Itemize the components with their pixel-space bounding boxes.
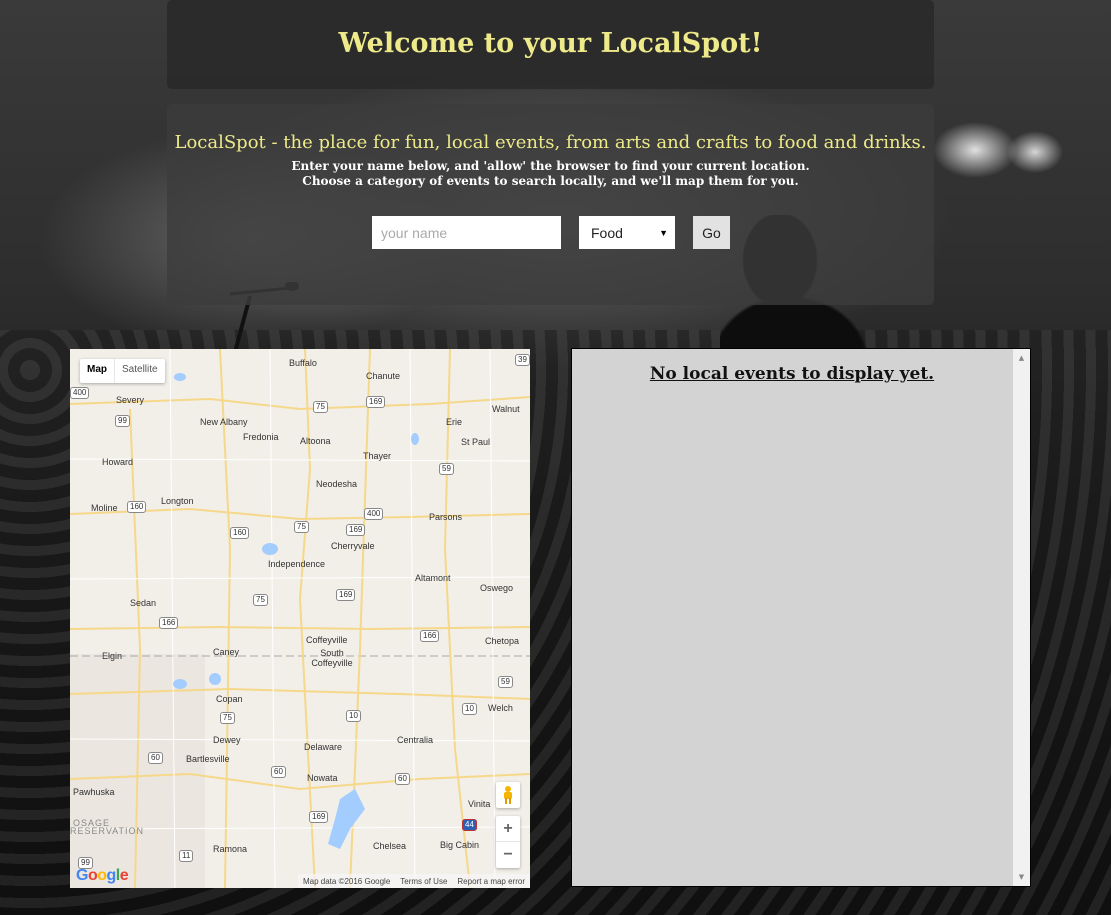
map-label: Chanute bbox=[366, 371, 401, 381]
map-label: New Albany bbox=[200, 417, 248, 427]
zoom-out-button[interactable]: − bbox=[496, 842, 520, 868]
scrollbar[interactable]: ▲ ▼ bbox=[1013, 349, 1030, 886]
highway-shield: 11 bbox=[179, 850, 194, 862]
highway-shield: 169 bbox=[346, 524, 366, 536]
tagline: LocalSpot - the place for fun, local eve… bbox=[174, 132, 927, 153]
map-label: Vinita bbox=[468, 799, 491, 809]
name-input[interactable] bbox=[372, 216, 561, 249]
category-select[interactable]: Food ▼ bbox=[579, 216, 675, 249]
highway-shield: 39 bbox=[515, 354, 530, 366]
highway-shield: 169 bbox=[309, 811, 329, 823]
highway-shield: 99 bbox=[115, 415, 130, 427]
map-label: Parsons bbox=[429, 512, 463, 522]
map-label: Howard bbox=[102, 457, 134, 467]
map-label: Fredonia bbox=[243, 432, 279, 442]
highway-shield: 169 bbox=[336, 589, 356, 601]
highway-shield: 44 bbox=[462, 819, 477, 831]
map-label: St Paul bbox=[461, 437, 491, 447]
intro-panel: LocalSpot - the place for fun, local eve… bbox=[167, 104, 934, 305]
map-attribution: Map data ©2016 Google bbox=[302, 876, 391, 886]
header-panel: Welcome to your LocalSpot! bbox=[167, 0, 934, 89]
zoom-in-button[interactable]: + bbox=[496, 816, 520, 842]
pegman-icon[interactable] bbox=[496, 782, 520, 808]
map-label: Welch bbox=[488, 703, 513, 713]
map-type-satellite[interactable]: Satellite bbox=[114, 359, 165, 383]
map-label: Centralia bbox=[397, 735, 434, 745]
highway-shield: 75 bbox=[294, 521, 309, 533]
map-label: Erie bbox=[446, 417, 463, 427]
map-label: Nowata bbox=[307, 773, 338, 783]
map-label: Delaware bbox=[304, 742, 343, 752]
scroll-up-icon[interactable]: ▲ bbox=[1013, 351, 1030, 365]
map-label: Bartlesville bbox=[186, 754, 230, 764]
map-label: Longton bbox=[161, 496, 194, 506]
highway-shield: 166 bbox=[420, 630, 440, 642]
map-label: Walnut bbox=[492, 404, 520, 414]
map-label: Chelsea bbox=[373, 841, 407, 851]
map-label: Neodesha bbox=[316, 479, 358, 489]
instruction-line-2: Choose a category of events to search lo… bbox=[302, 174, 799, 188]
highway-shield: 75 bbox=[253, 594, 268, 606]
map-label: Elgin bbox=[102, 651, 123, 661]
map-label: Severy bbox=[116, 395, 145, 405]
highway-shield: 75 bbox=[313, 401, 328, 413]
map[interactable]: Map Satellite Buffalo Chanute Walnut Sev… bbox=[70, 349, 530, 888]
instruction-line-1: Enter your name below, and 'allow' the b… bbox=[291, 159, 810, 173]
highway-shield: 75 bbox=[220, 712, 235, 724]
highway-shield: 169 bbox=[366, 396, 386, 408]
map-type-control: Map Satellite bbox=[80, 359, 165, 383]
highway-shield: 160 bbox=[230, 527, 250, 539]
map-label: Dewey bbox=[213, 735, 241, 745]
events-empty-message: No local events to display yet. bbox=[649, 364, 935, 384]
highway-shield: 60 bbox=[148, 752, 163, 764]
map-label: Oswego bbox=[480, 583, 514, 593]
google-logo: Google bbox=[76, 867, 129, 884]
map-label: Copan bbox=[216, 694, 243, 704]
events-panel[interactable]: No local events to display yet. ▲ ▼ bbox=[571, 348, 1031, 887]
map-label: Pawhuska bbox=[73, 787, 115, 797]
map-label: Cherryvale bbox=[331, 541, 375, 551]
map-footer: Map data ©2016 Google Terms of Use Repor… bbox=[297, 874, 530, 888]
map-label: Coffeyville bbox=[306, 635, 348, 645]
category-selected-value: Food bbox=[591, 224, 623, 241]
map-label: Ramona bbox=[213, 844, 248, 854]
highway-shield: 10 bbox=[346, 710, 361, 722]
map-roads bbox=[70, 349, 530, 888]
map-label: Sedan bbox=[130, 598, 157, 608]
map-label: Altamont bbox=[415, 573, 451, 583]
chevron-down-icon: ▼ bbox=[659, 228, 668, 238]
map-label: Big Cabin bbox=[440, 840, 480, 850]
highway-shield: 10 bbox=[462, 703, 477, 715]
map-type-map[interactable]: Map bbox=[80, 359, 114, 383]
go-button[interactable]: Go bbox=[693, 216, 730, 249]
highway-shield: 160 bbox=[127, 501, 147, 513]
map-label: Chetopa bbox=[485, 636, 520, 646]
terms-link[interactable]: Terms of Use bbox=[400, 877, 447, 886]
map-label: Buffalo bbox=[289, 358, 317, 368]
map-label: Independence bbox=[268, 559, 326, 569]
highway-shield: 166 bbox=[159, 617, 179, 629]
highway-shield: 59 bbox=[439, 463, 454, 475]
highway-shield: 60 bbox=[271, 766, 286, 778]
map-label: Caney bbox=[213, 647, 240, 657]
highway-shield: 400 bbox=[70, 387, 90, 399]
map-label: Altoona bbox=[300, 436, 331, 446]
map-label: RESERVATION bbox=[70, 826, 145, 836]
highway-shield: 400 bbox=[364, 508, 384, 520]
page-title: Welcome to your LocalSpot! bbox=[338, 28, 763, 59]
scroll-down-icon[interactable]: ▼ bbox=[1013, 870, 1030, 884]
zoom-control: + − bbox=[496, 816, 520, 868]
map-label: Thayer bbox=[363, 451, 392, 461]
map-label: South Coffeyville bbox=[311, 648, 353, 668]
highway-shield: 59 bbox=[498, 676, 513, 688]
highway-shield: 60 bbox=[395, 773, 410, 785]
report-error-link[interactable]: Report a map error bbox=[457, 877, 525, 886]
map-label: Moline bbox=[91, 503, 118, 513]
